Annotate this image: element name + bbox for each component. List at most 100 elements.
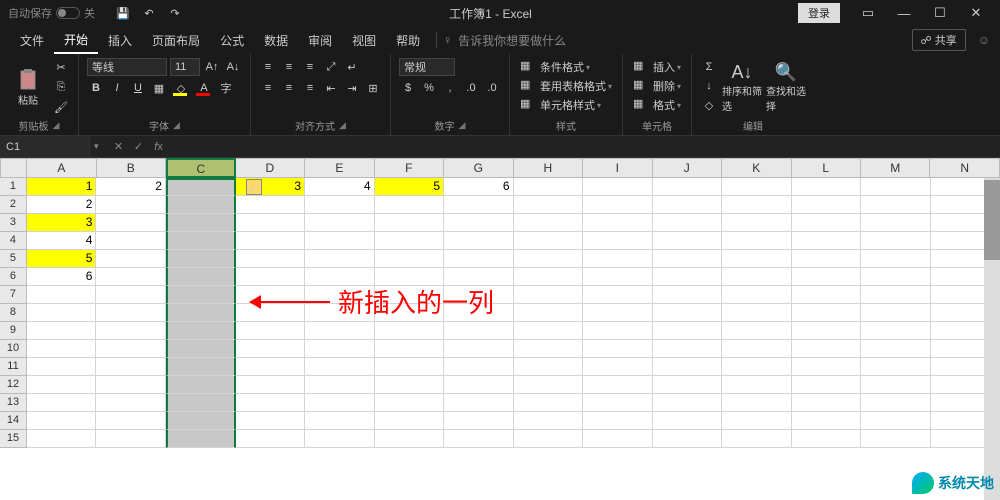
format-cells-button[interactable]: ▦格式▾ bbox=[631, 96, 683, 114]
column-header[interactable]: G bbox=[444, 158, 513, 178]
delete-cells-button[interactable]: ▦删除▾ bbox=[631, 77, 683, 95]
login-button[interactable]: 登录 bbox=[798, 3, 840, 23]
cell[interactable] bbox=[514, 268, 584, 286]
tellme-search[interactable]: ♀ 告诉我你想要做什么 bbox=[443, 32, 566, 49]
scroll-thumb[interactable] bbox=[984, 180, 1000, 260]
cell[interactable] bbox=[653, 394, 723, 412]
menu-insert[interactable]: 插入 bbox=[98, 26, 142, 54]
font-name-combo[interactable]: 等线 bbox=[87, 58, 167, 76]
cell[interactable] bbox=[375, 358, 445, 376]
cell[interactable] bbox=[792, 268, 862, 286]
cell[interactable] bbox=[653, 412, 723, 430]
cell[interactable] bbox=[96, 196, 166, 214]
cell[interactable] bbox=[96, 268, 166, 286]
italic-button[interactable]: I bbox=[108, 79, 126, 97]
cell[interactable] bbox=[27, 430, 97, 448]
menu-view[interactable]: 视图 bbox=[342, 26, 386, 54]
cell[interactable] bbox=[722, 196, 792, 214]
currency-icon[interactable]: $ bbox=[399, 79, 417, 97]
cell[interactable] bbox=[236, 430, 306, 448]
row-header[interactable]: 15 bbox=[0, 430, 27, 448]
cell[interactable] bbox=[583, 196, 653, 214]
align-center-icon[interactable]: ≡ bbox=[280, 79, 298, 97]
increase-indent-icon[interactable]: ⇥ bbox=[343, 79, 361, 97]
cell[interactable] bbox=[305, 340, 375, 358]
clear-icon[interactable]: ◇ bbox=[700, 96, 718, 114]
cell[interactable] bbox=[792, 430, 862, 448]
cell[interactable] bbox=[96, 358, 166, 376]
cell[interactable] bbox=[514, 394, 584, 412]
cell[interactable] bbox=[375, 430, 445, 448]
cell[interactable] bbox=[375, 322, 445, 340]
conditional-format-button[interactable]: ▦条件格式▾ bbox=[518, 58, 614, 76]
cell[interactable] bbox=[27, 340, 97, 358]
cell[interactable] bbox=[375, 196, 445, 214]
cell[interactable] bbox=[861, 340, 931, 358]
cell[interactable] bbox=[792, 376, 862, 394]
cell[interactable] bbox=[444, 412, 514, 430]
row-header[interactable]: 3 bbox=[0, 214, 27, 232]
cell[interactable] bbox=[236, 322, 306, 340]
cell[interactable] bbox=[305, 214, 375, 232]
cell[interactable] bbox=[861, 268, 931, 286]
cancel-formula-icon[interactable]: ✕ bbox=[111, 140, 127, 153]
cell[interactable] bbox=[305, 358, 375, 376]
cell[interactable] bbox=[96, 286, 166, 304]
column-header[interactable]: F bbox=[375, 158, 444, 178]
format-painter-icon[interactable]: 🖌 bbox=[52, 98, 70, 116]
cell[interactable] bbox=[861, 322, 931, 340]
autosum-icon[interactable]: Σ bbox=[700, 58, 718, 76]
cell[interactable] bbox=[583, 268, 653, 286]
align-right-icon[interactable]: ≡ bbox=[301, 79, 319, 97]
row-header[interactable]: 1 bbox=[0, 178, 27, 196]
cell[interactable] bbox=[861, 232, 931, 250]
cell[interactable] bbox=[792, 178, 862, 196]
cell[interactable] bbox=[861, 430, 931, 448]
cell[interactable] bbox=[514, 286, 584, 304]
row-header[interactable]: 10 bbox=[0, 340, 27, 358]
cell[interactable] bbox=[96, 304, 166, 322]
launcher-icon[interactable]: ◢ bbox=[173, 120, 180, 131]
cell[interactable] bbox=[792, 286, 862, 304]
cell[interactable] bbox=[861, 286, 931, 304]
cell[interactable] bbox=[653, 178, 723, 196]
underline-button[interactable]: U bbox=[129, 79, 147, 97]
cell[interactable] bbox=[861, 196, 931, 214]
column-header[interactable]: K bbox=[722, 158, 791, 178]
cell[interactable] bbox=[514, 376, 584, 394]
column-header[interactable]: I bbox=[583, 158, 652, 178]
cell[interactable]: 5 bbox=[27, 250, 97, 268]
insert-cells-button[interactable]: ▦插入▾ bbox=[631, 58, 683, 76]
bold-button[interactable]: B bbox=[87, 79, 105, 97]
cell[interactable] bbox=[514, 196, 584, 214]
cell[interactable] bbox=[514, 250, 584, 268]
cell[interactable] bbox=[27, 304, 97, 322]
cell[interactable] bbox=[166, 178, 236, 196]
cell[interactable] bbox=[583, 304, 653, 322]
cell[interactable] bbox=[653, 340, 723, 358]
cell[interactable] bbox=[653, 268, 723, 286]
cell[interactable] bbox=[583, 358, 653, 376]
cell[interactable] bbox=[722, 394, 792, 412]
cell[interactable] bbox=[722, 286, 792, 304]
number-format-combo[interactable]: 常规 bbox=[399, 58, 455, 76]
cell[interactable] bbox=[722, 232, 792, 250]
insert-options-icon[interactable]: 🖌 bbox=[246, 179, 262, 195]
cell[interactable] bbox=[305, 430, 375, 448]
cell[interactable] bbox=[166, 250, 236, 268]
cell[interactable] bbox=[722, 358, 792, 376]
launcher-icon[interactable]: ◢ bbox=[459, 120, 466, 131]
column-header[interactable]: H bbox=[514, 158, 583, 178]
column-header[interactable]: A bbox=[27, 158, 96, 178]
cell[interactable] bbox=[96, 394, 166, 412]
row-header[interactable]: 11 bbox=[0, 358, 27, 376]
cell[interactable] bbox=[27, 286, 97, 304]
decrease-decimal-icon[interactable]: .0 bbox=[483, 79, 501, 97]
row-header[interactable]: 13 bbox=[0, 394, 27, 412]
cell[interactable]: 6 bbox=[27, 268, 97, 286]
phonetic-icon[interactable]: 字 bbox=[217, 79, 235, 97]
merge-cells-icon[interactable]: ⊞ bbox=[364, 79, 382, 97]
cell[interactable] bbox=[236, 232, 306, 250]
table-format-button[interactable]: ▦套用表格格式▾ bbox=[518, 77, 614, 95]
fx-icon[interactable]: fx bbox=[151, 141, 167, 153]
